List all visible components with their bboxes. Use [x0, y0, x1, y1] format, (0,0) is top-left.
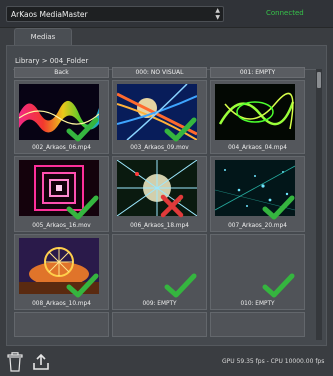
check-icon — [66, 117, 99, 142]
media-tile-007[interactable]: 007_Arkaos_20.mp4 — [210, 156, 305, 232]
check-icon — [66, 273, 99, 298]
top-bar: ArKaos MediaMaster ▲ ▼ Connected — [0, 0, 333, 28]
check-icon — [164, 273, 197, 298]
media-tile-005[interactable]: 005_Arkaos_16.mov — [14, 156, 109, 232]
connection-status: Connected — [266, 9, 304, 17]
media-name: 004_Arkaos_04.mp4 — [228, 145, 287, 151]
media-name: 008_Arkaos_10.mp4 — [32, 301, 91, 307]
export-icon[interactable] — [32, 353, 50, 371]
tab-medias[interactable]: Medias — [14, 28, 72, 45]
media-tile-003[interactable]: 003_Arkaos_09.mov — [112, 80, 207, 154]
media-tile-empty[interactable] — [112, 312, 207, 337]
back-button[interactable]: Back — [14, 67, 109, 78]
media-tile-empty[interactable] — [14, 312, 109, 337]
media-name: 005_Arkaos_16.mov — [32, 223, 91, 229]
trash-icon[interactable] — [7, 352, 23, 372]
performance-stats: GPU 59.35 fps - CPU 10000.00 fps — [222, 358, 325, 365]
thumbnail — [215, 84, 295, 140]
slot-no-visual[interactable]: 000: NO VISUAL — [112, 67, 207, 78]
media-name: 002_Arkaos_06.mp4 — [32, 145, 91, 151]
media-name: 006_Arkaos_18.mp4 — [130, 223, 189, 229]
tab-bar: Medias — [0, 28, 333, 45]
media-grid: Back 000: NO VISUAL 001: EMPTY 002_Arkao… — [14, 67, 307, 337]
media-tile-008[interactable]: 008_Arkaos_10.mp4 — [14, 234, 109, 310]
media-name: 009: EMPTY — [142, 301, 177, 307]
media-tile-002[interactable]: 002_Arkaos_06.mp4 — [14, 80, 109, 154]
device-select[interactable]: ArKaos MediaMaster ▲ ▼ — [6, 6, 224, 22]
media-tile-009[interactable]: 009: EMPTY — [112, 234, 207, 310]
check-icon — [262, 195, 295, 220]
media-name: 007_Arkaos_20.mp4 — [228, 223, 287, 229]
slot-empty-001[interactable]: 001: EMPTY — [210, 67, 305, 78]
media-name: 003_Arkaos_09.mov — [130, 145, 189, 151]
media-tile-010[interactable]: 010: EMPTY — [210, 234, 305, 310]
check-icon — [164, 117, 197, 142]
check-icon — [66, 195, 99, 220]
chevron-updown-icon: ▲ ▼ — [215, 7, 220, 21]
media-name: 010: EMPTY — [240, 301, 275, 307]
scrollbar-thumb[interactable] — [317, 72, 321, 88]
error-x-icon — [160, 194, 184, 218]
scrollbar[interactable] — [316, 69, 322, 340]
device-name: ArKaos MediaMaster — [11, 10, 88, 19]
media-tile-006[interactable]: 006_Arkaos_18.mp4 — [112, 156, 207, 232]
media-tile-004[interactable]: 004_Arkaos_04.mp4 — [210, 80, 305, 154]
breadcrumb[interactable]: Library > 004_Folder — [15, 57, 88, 65]
footer: GPU 59.35 fps - CPU 10000.00 fps — [0, 346, 333, 376]
media-tile-empty[interactable] — [210, 312, 305, 337]
thumbnail — [117, 160, 197, 216]
check-icon — [262, 273, 295, 298]
